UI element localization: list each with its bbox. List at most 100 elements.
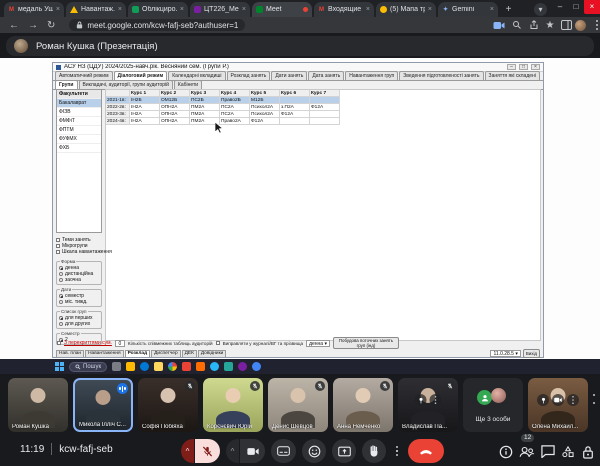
tab-search-chevron[interactable]: ▾ <box>534 3 547 16</box>
participant-tile-speaking[interactable]: Микола Ілліч С... <box>73 378 133 432</box>
close-icon[interactable]: × <box>366 6 370 13</box>
camera-icon[interactable] <box>552 394 564 406</box>
camera-options-chevron[interactable]: ^ <box>226 439 239 463</box>
tab-lesson-date[interactable]: Дата занять <box>308 71 344 80</box>
close-icon[interactable]: × <box>118 6 122 13</box>
browser-tab[interactable]: M Входящие × <box>314 2 374 17</box>
captions-button[interactable] <box>271 439 296 463</box>
more-options-kebab-icon[interactable] <box>390 439 404 463</box>
faculty-item[interactable]: ФІЗВ <box>57 108 101 117</box>
faculty-item[interactable]: ФМФіТ <box>57 117 101 126</box>
gmail-icon[interactable] <box>182 362 191 371</box>
activities-icon[interactable] <box>559 443 576 460</box>
statustab-dek[interactable]: ДЕК <box>182 350 197 357</box>
store-icon[interactable] <box>252 362 261 371</box>
browser-tab[interactable]: M медаль Уш... × <box>4 2 64 17</box>
overlap-checkbox[interactable] <box>57 341 61 345</box>
participant-tile[interactable]: Корєнєвич Юрій <box>203 378 263 432</box>
radio-for-second[interactable]: для других <box>59 321 99 327</box>
tab-readiness-summary[interactable]: Зведення підготовленості занять <box>399 71 483 80</box>
mode-dropdown[interactable]: денна ▾ <box>306 340 330 347</box>
overlap-link[interactable]: З перекриттями сум. <box>64 340 112 346</box>
faculty-item[interactable]: Бакалаврат <box>57 99 101 108</box>
subtab-teachers-rooms[interactable]: Викладачі, аудиторії, групи аудиторій <box>79 80 173 89</box>
table-row[interactable]: 2022-2в: ІН2А ОПН2А ПМ2А ПС2А Психол2А з… <box>106 104 340 111</box>
faculty-item[interactable]: ФПТМ <box>57 126 101 135</box>
tab-dialog-mode[interactable]: Діалоговий режим <box>114 71 168 80</box>
tile-menu-kebab-icon[interactable] <box>430 394 442 406</box>
edge-icon[interactable] <box>140 362 149 371</box>
participant-tile[interactable]: Анна Немченко <box>333 378 393 432</box>
profile-avatar[interactable] <box>575 20 586 31</box>
subtab-groups[interactable]: Групи <box>55 80 78 89</box>
host-controls-lock-icon[interactable] <box>579 443 596 460</box>
teams-icon[interactable] <box>224 362 233 371</box>
browser-tab[interactable]: Навантаж... × <box>66 2 126 17</box>
new-tab-button[interactable]: + <box>502 3 515 16</box>
statustab-directories[interactable]: Довідники <box>198 350 227 357</box>
exit-button[interactable]: Вихід <box>523 349 540 358</box>
people-panel-icon[interactable] <box>518 443 535 460</box>
window-minimize-button[interactable]: – <box>552 0 568 14</box>
pin-icon[interactable] <box>537 394 549 406</box>
faculty-item[interactable]: ФХБ <box>57 144 101 153</box>
table-row[interactable]: 2023-3в: ІН2А ОПН2А ПМ2А ПС2А Психол2А Ф… <box>106 111 340 118</box>
more-people-tile[interactable]: Ще 3 особи <box>463 378 523 432</box>
tab-capture-camera-icon[interactable] <box>492 19 506 31</box>
close-icon[interactable]: × <box>56 6 60 13</box>
close-icon[interactable]: × <box>180 6 184 13</box>
close-icon[interactable]: × <box>428 6 432 13</box>
tab-schedule[interactable]: Розклад занять <box>227 71 271 80</box>
participant-tile[interactable]: Софія Побіяха <box>138 378 198 432</box>
telegram-icon[interactable] <box>210 362 219 371</box>
shield-icon[interactable] <box>126 362 135 371</box>
forward-button[interactable]: → <box>28 20 38 31</box>
faculty-item[interactable]: ФУФМХ <box>57 135 101 144</box>
checkbox-load-scale[interactable]: Шкала навантаження <box>56 249 102 255</box>
participant-tile[interactable]: Олена Михайл... <box>528 378 588 432</box>
back-button[interactable]: ← <box>9 20 19 31</box>
adjacent-count-spinner[interactable]: 0 <box>115 340 125 347</box>
meeting-details-info-icon[interactable] <box>497 443 514 460</box>
browser-tab[interactable]: ЦТ226_Ме... × <box>190 2 250 17</box>
raise-hand-button[interactable] <box>362 439 386 463</box>
faculties-list[interactable]: Факультети Бакалаврат ФІЗВ ФМФіТ ФПТМ ФУ… <box>56 89 102 233</box>
app-time-dropdown[interactable]: 11.0.28.5 ▾ <box>490 350 520 357</box>
browser-tab[interactable]: (5) Мапа тр... × <box>376 2 436 17</box>
participant-tile[interactable]: Роман Кушка <box>8 378 68 432</box>
browser-tab-meet-active[interactable]: Meet <box>252 2 312 17</box>
mic-options-chevron[interactable]: ^ <box>181 439 194 463</box>
chat-panel-icon[interactable] <box>539 443 556 460</box>
refresh-button[interactable]: ↻ <box>47 20 55 31</box>
tab-calendar-inserts[interactable]: Календарні вкладиші <box>168 71 225 80</box>
tab-group-load[interactable]: Навантаження груп <box>345 71 398 80</box>
browser-menu-kebab-icon[interactable] <box>590 19 600 31</box>
photos-icon[interactable] <box>196 362 205 371</box>
tab-composed-lessons[interactable]: Заняття які складені <box>485 71 540 80</box>
subtab-cabinets[interactable]: Кабінети <box>174 80 202 89</box>
side-panel-icon[interactable] <box>559 19 573 31</box>
camera-button[interactable] <box>240 439 265 463</box>
tab-lesson-dates[interactable]: Дати занять <box>271 71 307 80</box>
tile-menu-kebab-icon[interactable] <box>567 394 579 406</box>
end-call-button[interactable] <box>408 439 444 463</box>
tab-auto-mode[interactable]: Автоматичний режим <box>55 71 113 80</box>
participant-tile[interactable]: Денис Шевцов <box>268 378 328 432</box>
build-lessons-button[interactable]: Побудова поточних занять груп (інд) <box>333 337 399 349</box>
statustab-plan[interactable]: Нав. план <box>56 350 84 357</box>
reactions-button[interactable] <box>302 439 326 463</box>
bookmark-star-icon[interactable]: ★ <box>543 19 557 31</box>
pin-icon[interactable] <box>415 394 427 406</box>
close-icon[interactable]: × <box>490 6 494 13</box>
participant-tile[interactable]: Владислав Па... <box>398 378 458 432</box>
window-close-button[interactable]: × <box>584 0 600 14</box>
app-maximize-button[interactable]: □ <box>519 64 528 70</box>
radio-extramural-form[interactable]: заочна <box>59 277 99 283</box>
start-button[interactable] <box>55 362 64 371</box>
table-row[interactable]: 2021-1в: ІН2Б ОМ12Б ПС2Б Право2Б М12Б <box>106 97 340 104</box>
address-bar[interactable]: meet.google.com/kcw-fafj-seb?authuser=1 <box>69 19 245 31</box>
radio-month-week-dates[interactable]: міс. тижд. <box>59 299 99 305</box>
present-screen-button[interactable] <box>332 439 356 463</box>
statustab-schedule[interactable]: Розклад <box>125 350 151 357</box>
fix-journal-checkbox[interactable] <box>216 341 220 345</box>
